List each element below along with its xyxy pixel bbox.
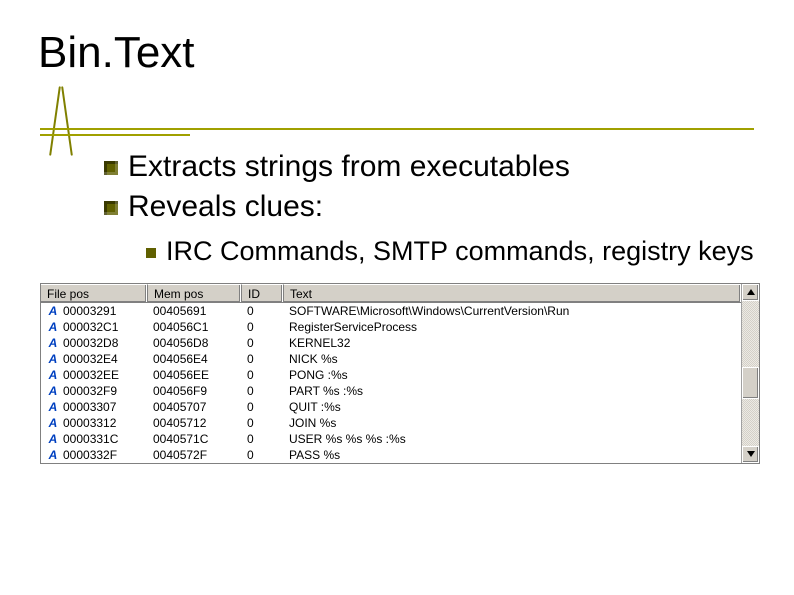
scroll-up-button[interactable] [742,284,759,301]
cell-text: QUIT :%s [283,399,741,415]
cell-file-pos: A 00003307 [41,399,147,415]
file-pos-value: 00003312 [63,415,116,431]
ascii-type-icon: A [47,449,59,461]
bullet-level2: IRC Commands, SMTP commands, registry ke… [146,235,774,269]
bullet-marker-icon [104,201,118,215]
title-decoration [20,86,774,146]
cell-file-pos: A 00003291 [41,303,147,319]
cell-mem-pos: 0040572F [147,447,241,463]
ascii-type-icon: A [47,321,59,333]
vertical-scrollbar[interactable] [741,284,759,463]
bullet-text: Extracts strings from executables [128,148,570,186]
ascii-type-icon: A [47,305,59,317]
table-row[interactable]: A 0000331C 0040571C0USER %s %s %s :%s [41,431,741,447]
cell-text: KERNEL32 [283,335,741,351]
file-pos-value: 00003291 [63,303,116,319]
col-header-file-pos[interactable]: File pos [41,284,147,302]
scrollbar-thumb[interactable] [742,367,759,399]
cell-file-pos: A 000032D8 [41,335,147,351]
cell-mem-pos: 004056C1 [147,319,241,335]
table-body: A00003291004056910SOFTWARE\Microsoft\Win… [41,303,741,463]
bullet-text: Reveals clues: [128,188,323,226]
cell-mem-pos: 0040571C [147,431,241,447]
cell-id: 0 [241,383,283,399]
cell-mem-pos: 00405707 [147,399,241,415]
cell-file-pos: A 0000332F [41,447,147,463]
cell-file-pos: A 000032F9 [41,383,147,399]
file-pos-value: 000032F9 [63,383,117,399]
cell-text: NICK %s [283,351,741,367]
cell-mem-pos: 004056E4 [147,351,241,367]
table-row[interactable]: A 00003307 004057070QUIT :%s [41,399,741,415]
table-row[interactable]: A 000032D8 004056D80KERNEL32 [41,335,741,351]
table-row[interactable]: A 000032C1 004056C10RegisterServiceProcess [41,319,741,335]
table-row[interactable]: A 000032E4 004056E40NICK %s [41,351,741,367]
scrollbar-track[interactable] [742,301,759,446]
cell-file-pos: A 000032C1 [41,319,147,335]
col-header-id[interactable]: ID [241,284,283,302]
bullet-level1: Extracts strings from executables [104,148,774,186]
col-header-text[interactable]: Text [283,284,741,302]
file-pos-value: 000032E4 [63,351,118,367]
cell-text: PONG :%s [283,367,741,383]
file-pos-value: 0000332F [63,447,117,463]
cell-id: 0 [241,447,283,463]
cell-id: 0 [241,335,283,351]
cell-id: 0 [241,367,283,383]
cell-text: USER %s %s %s :%s [283,431,741,447]
file-pos-value: 00003307 [63,399,116,415]
bullet-level1: Reveals clues: [104,188,774,226]
cell-file-pos: A 00003312 [41,415,147,431]
ascii-type-icon: A [47,433,59,445]
chevron-up-icon [747,289,755,295]
col-header-mem-pos[interactable]: Mem pos [147,284,241,302]
file-pos-value: 000032EE [63,367,119,383]
chevron-down-icon [747,451,755,457]
cell-mem-pos: 004056F9 [147,383,241,399]
cell-id: 0 [241,415,283,431]
ascii-type-icon: A [47,353,59,365]
cell-file-pos: A 000032E4 [41,351,147,367]
cell-file-pos: A 0000331C [41,431,147,447]
cell-text: JOIN %s [283,415,741,431]
cell-text: RegisterServiceProcess [283,319,741,335]
slide-title: Bin.Text [38,28,774,78]
cell-text: SOFTWARE\Microsoft\Windows\CurrentVersio… [283,303,741,319]
cell-file-pos: A 000032EE [41,367,147,383]
table-row[interactable]: A 000032EE 004056EE0PONG :%s [41,367,741,383]
scroll-down-button[interactable] [742,446,759,463]
table-row[interactable]: A 000032F9 004056F90PART %s :%s [41,383,741,399]
cell-mem-pos: 00405691 [147,303,241,319]
cell-mem-pos: 004056D8 [147,335,241,351]
ascii-type-icon: A [47,369,59,381]
ascii-type-icon: A [47,417,59,429]
ascii-type-icon: A [47,401,59,413]
cell-id: 0 [241,303,283,319]
slide-body: Extracts strings from executables Reveal… [104,148,774,269]
ascii-type-icon: A [47,337,59,349]
file-pos-value: 000032C1 [63,319,118,335]
cell-text: PASS %s [283,447,741,463]
table-row[interactable]: A 00003291 004056910SOFTWARE\Microsoft\Win… [41,303,741,319]
cell-id: 0 [241,319,283,335]
bullet-text: IRC Commands, SMTP commands, registry ke… [166,235,754,269]
cell-mem-pos: 004056EE [147,367,241,383]
bullet-marker-icon [104,161,118,175]
cell-id: 0 [241,431,283,447]
strings-table: File pos Mem pos ID Text A 00003291 004056… [40,283,760,464]
cell-mem-pos: 00405712 [147,415,241,431]
cell-id: 0 [241,351,283,367]
table-row[interactable]: A 00003312 004057120JOIN %s [41,415,741,431]
file-pos-value: 000032D8 [63,335,118,351]
file-pos-value: 0000331C [63,431,118,447]
table-row[interactable]: A 0000332F 0040572F0PASS %s [41,447,741,463]
cell-id: 0 [241,399,283,415]
ascii-type-icon: A [47,385,59,397]
table-header-row: File pos Mem pos ID Text [41,284,741,303]
bullet-marker-icon [146,248,156,258]
cell-text: PART %s :%s [283,383,741,399]
